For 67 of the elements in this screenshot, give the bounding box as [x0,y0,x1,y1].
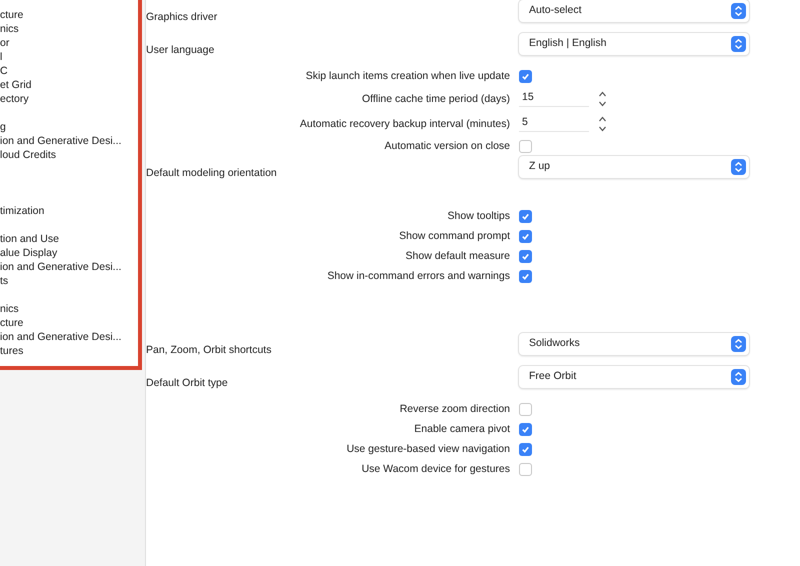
sidebar-item[interactable]: nics [0,302,138,316]
dropdown[interactable]: Auto-select [519,0,749,22]
dropdown-arrows-icon [731,3,746,19]
sidebar-item[interactable]: et Grid [0,78,138,92]
checkmark-icon [521,272,530,280]
dropdown[interactable]: Free Orbit [519,366,749,388]
setting-label: Enable camera pivot [413,422,510,436]
checkbox[interactable] [519,140,532,152]
checkbox[interactable] [519,210,532,222]
setting-label: Graphics driver [146,11,218,23]
sidebar-item[interactable]: ts [0,274,138,288]
dropdown-arrows-icon [731,159,746,175]
checkbox[interactable] [519,230,532,242]
sidebar-item[interactable]: or [0,36,138,50]
sidebar-item[interactable]: cture [0,316,138,330]
sidebar-item[interactable]: nics [0,22,138,36]
number-field[interactable]: 15 [519,90,589,107]
checkmark-icon [521,212,530,220]
checkmark-icon [521,72,530,80]
setting-label: Show command prompt [398,229,510,243]
setting-label: Automatic recovery backup interval (minutes) [298,116,510,130]
setting-label: Default modeling orientation [146,167,277,179]
setting-label: Offline cache time period (days) [360,92,510,106]
setting-label: Show tooltips [446,209,510,223]
dropdown[interactable]: Solidworks [519,333,749,355]
setting-label: Use gesture-based view navigation [346,442,510,456]
sidebar-item[interactable]: tion and Use [0,232,138,246]
sidebar-item[interactable]: C [0,64,138,78]
checkbox[interactable] [519,442,532,456]
sidebar-item[interactable]: loud Credits [0,148,138,162]
stepper-arrows-icon[interactable] [598,90,607,108]
setting-label: Reverse zoom direction [398,402,510,416]
sidebar-item[interactable]: g [0,120,138,134]
checkmark-icon [521,424,530,434]
dropdown[interactable]: Z up [519,156,749,178]
sidebar-item[interactable]: alue Display [0,246,138,260]
setting-label: Automatic version on close [384,139,510,153]
checkmark-icon [521,444,530,454]
dropdown-arrows-icon [731,36,746,52]
setting-label: Show in-command errors and warnings [326,269,510,283]
checkbox[interactable] [519,70,532,82]
checkmark-icon [521,232,530,240]
sidebar-item[interactable]: tures [0,344,138,358]
dropdown-arrows-icon [731,336,746,352]
setting-label: Skip launch items creation when live update [304,69,510,83]
stepper-arrows-icon[interactable] [598,114,607,132]
setting-label: Use Wacom device for gestures [360,462,510,476]
dropdown-arrows-icon [731,369,746,385]
setting-label: Default Orbit type [146,377,228,389]
sidebar-item[interactable]: ion and Generative Desi... [0,134,138,148]
setting-label: Pan, Zoom, Orbit shortcuts [146,344,272,356]
sidebar-item[interactable]: l [0,50,138,64]
sidebar-item[interactable]: ion and Generative Desi... [0,330,138,344]
number-field[interactable]: 5 [519,115,589,132]
checkbox[interactable] [519,250,532,262]
checkbox[interactable] [519,422,532,436]
checkmark-icon [521,252,530,260]
checkbox[interactable] [519,462,532,476]
sidebar-item[interactable]: timization [0,204,138,218]
sidebar-item[interactable]: ectory [0,92,138,106]
sidebar-item[interactable]: ion and Generative Desi... [0,260,138,274]
sidebar-item[interactable]: cture [0,8,138,22]
checkbox[interactable] [519,402,532,416]
checkbox[interactable] [519,270,532,282]
setting-label: User language [146,44,214,56]
setting-label: Show default measure [404,249,510,263]
dropdown[interactable]: English | English [519,33,749,55]
